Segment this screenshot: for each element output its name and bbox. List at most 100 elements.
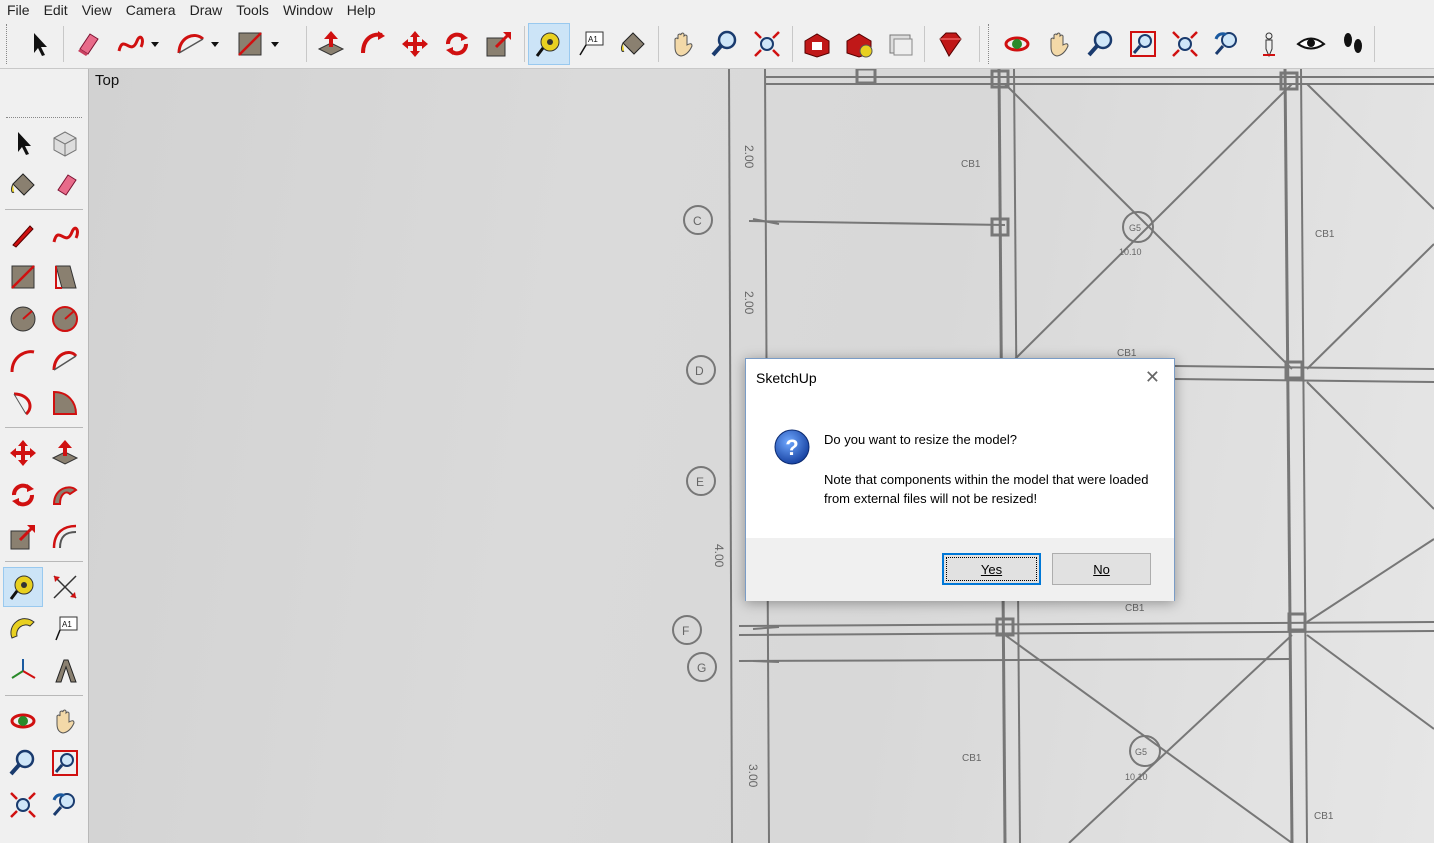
zoom-tool-button[interactable] <box>704 23 746 65</box>
previous-view-button[interactable] <box>1206 23 1248 65</box>
menu-edit[interactable]: Edit <box>37 0 75 20</box>
extension-warehouse-button[interactable] <box>838 23 880 65</box>
palette-3d-text-button[interactable] <box>45 651 85 691</box>
paint-bucket-icon <box>10 173 35 196</box>
palette-push-pull-button[interactable] <box>45 433 85 473</box>
orbit-icon <box>1004 36 1030 52</box>
position-camera-button[interactable] <box>1248 23 1290 65</box>
scale-icon <box>486 32 511 57</box>
move-icon <box>402 31 428 57</box>
palette-arc-button[interactable] <box>3 341 43 381</box>
palette-rotate-button[interactable] <box>3 475 43 515</box>
main-toolbar: A1 <box>0 20 1434 69</box>
walk-button[interactable] <box>1332 23 1374 65</box>
look-around-button[interactable] <box>1290 23 1332 65</box>
paint-bucket-tool-button[interactable] <box>612 23 654 65</box>
pan-tool-button[interactable] <box>662 23 704 65</box>
zoom-extents-tool-button[interactable] <box>746 23 788 65</box>
grid-label-c: C <box>693 214 702 228</box>
arc-tool-button[interactable] <box>168 23 228 65</box>
palette-rectangle-button[interactable] <box>3 257 43 297</box>
palette-move-button[interactable] <box>3 433 43 473</box>
palette-offset-button[interactable] <box>45 517 85 557</box>
zoom-window-button[interactable] <box>1122 23 1164 65</box>
palette-pie-button[interactable] <box>45 383 85 423</box>
menu-window[interactable]: Window <box>276 0 340 20</box>
girder-label-2: G5 <box>1135 747 1147 757</box>
push-pull-tool-button[interactable] <box>310 23 352 65</box>
rotate-tool-button[interactable] <box>436 23 478 65</box>
warehouse-button[interactable] <box>796 23 838 65</box>
girder-sub-1: 10.10 <box>1119 247 1142 257</box>
text-icon: A1 <box>55 616 78 641</box>
scale-tool-button[interactable] <box>478 23 520 65</box>
palette-orbit-button[interactable] <box>3 701 43 741</box>
palette-zoom-extents-button[interactable] <box>3 785 43 825</box>
palette-zoom-window-button[interactable] <box>45 743 85 783</box>
rectangle-tool-button[interactable] <box>228 23 288 65</box>
pan-view-button[interactable] <box>1038 23 1080 65</box>
girder-label-1: G5 <box>1129 223 1141 233</box>
previous-view-icon <box>52 793 75 816</box>
follow-me-tool-button[interactable] <box>352 23 394 65</box>
pan-icon <box>674 32 693 57</box>
orbit-tool-button[interactable] <box>996 23 1038 65</box>
zoom-extents-view-button[interactable] <box>1164 23 1206 65</box>
toolbar-grip[interactable] <box>6 24 10 64</box>
text-icon: A1 <box>579 31 604 56</box>
grid-label-g: G <box>697 661 706 675</box>
eraser-tool-button[interactable] <box>66 23 108 65</box>
palette-make-component-button[interactable] <box>45 123 85 163</box>
menu-camera[interactable]: Camera <box>119 0 183 20</box>
palette-scale-button[interactable] <box>3 517 43 557</box>
close-icon[interactable]: ✕ <box>1145 367 1160 387</box>
zoom-view-button[interactable] <box>1080 23 1122 65</box>
palette-eraser-button[interactable] <box>45 165 85 205</box>
dim-label-3: 4.00 <box>712 544 726 568</box>
no-button-label: No <box>1093 561 1110 577</box>
palette-text-button[interactable]: A1 <box>45 609 85 649</box>
palette-circle-button[interactable] <box>3 299 43 339</box>
palette-tape-measure-button[interactable] <box>3 567 43 607</box>
palette-zoom-button[interactable] <box>3 743 43 783</box>
dialog-footer: Yes No <box>746 538 1174 601</box>
palette-three-point-arc-button[interactable] <box>3 383 43 423</box>
menu-help[interactable]: Help <box>340 0 383 20</box>
palette-axes-button[interactable] <box>3 651 43 691</box>
palette-grip[interactable] <box>6 117 82 121</box>
palette-polygon-button[interactable] <box>45 299 85 339</box>
palette-two-point-arc-button[interactable] <box>45 341 85 381</box>
zoom-extents-icon <box>1172 31 1198 57</box>
palette-protractor-button[interactable] <box>3 609 43 649</box>
yes-button[interactable]: Yes <box>942 553 1041 585</box>
palette-paint-bucket-button[interactable] <box>3 165 43 205</box>
tape-measure-tool-button[interactable] <box>528 23 570 65</box>
rotate-icon <box>446 32 468 56</box>
palette-line-button[interactable] <box>3 215 43 255</box>
select-tool-button[interactable] <box>18 23 60 65</box>
previous-view-icon <box>1214 32 1237 55</box>
tape-measure-icon <box>9 575 34 600</box>
palette-previous-view-button[interactable] <box>45 785 85 825</box>
text-tool-button[interactable]: A1 <box>570 23 612 65</box>
move-tool-button[interactable] <box>394 23 436 65</box>
menu-draw[interactable]: Draw <box>183 0 230 20</box>
no-button[interactable]: No <box>1052 553 1151 585</box>
pan-icon <box>1050 32 1069 57</box>
layout-button[interactable] <box>880 23 922 65</box>
palette-freehand-button[interactable] <box>45 215 85 255</box>
palette-select-button[interactable] <box>3 123 43 163</box>
menu-view[interactable]: View <box>75 0 119 20</box>
scale-icon <box>10 525 35 550</box>
menu-file[interactable]: File <box>0 0 37 20</box>
palette-follow-me-button[interactable] <box>45 475 85 515</box>
palette-pan-button[interactable] <box>45 701 85 741</box>
ruby-console-button[interactable] <box>928 23 970 65</box>
rectangle-icon <box>11 265 35 289</box>
freehand-tool-button[interactable] <box>108 23 168 65</box>
palette-dimension-button[interactable] <box>45 567 85 607</box>
arc-icon <box>10 350 35 373</box>
menu-tools[interactable]: Tools <box>229 0 276 20</box>
push-pull-icon <box>317 31 345 56</box>
palette-rotated-rectangle-button[interactable] <box>45 257 85 297</box>
